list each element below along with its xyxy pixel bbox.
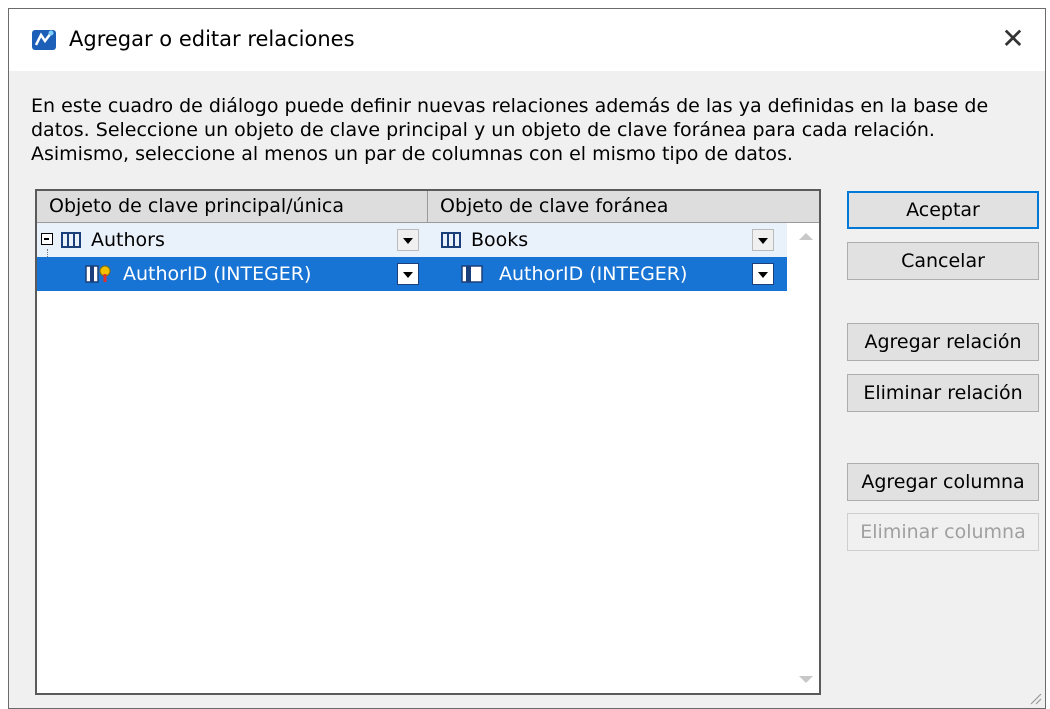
scroll-up-icon[interactable]	[799, 233, 813, 240]
table-row[interactable]: AuthorID (INTEGER) AuthorID (INTEGER)	[37, 257, 787, 291]
grid-header: Objeto de clave principal/única Objeto d…	[37, 191, 819, 223]
description-line: En este cuadro de diálogo puede definir …	[31, 95, 989, 117]
foreign-table-dropdown[interactable]	[752, 229, 774, 251]
table-icon	[441, 232, 461, 248]
vertical-scrollbar[interactable]	[791, 223, 819, 693]
table-icon	[61, 232, 81, 248]
resize-grip-icon[interactable]	[1028, 691, 1042, 705]
relations-dialog: Agregar o editar relaciones ✕ En este cu…	[8, 8, 1046, 709]
column-header-primary[interactable]: Objeto de clave principal/única	[37, 191, 428, 222]
collapse-icon[interactable]	[41, 233, 53, 245]
primary-table-dropdown[interactable]	[397, 229, 419, 251]
relations-grid[interactable]: Objeto de clave principal/única Objeto d…	[35, 189, 821, 695]
column-icon	[461, 265, 483, 283]
title-bar[interactable]: Agregar o editar relaciones ✕	[9, 9, 1045, 71]
app-relations-icon	[32, 30, 56, 50]
add-column-button[interactable]: Agregar columna	[847, 463, 1039, 501]
primary-column-dropdown[interactable]	[397, 263, 419, 285]
description-line: Asimismo, seleccione al menos un par de …	[31, 143, 793, 165]
foreign-table-name: Books	[471, 229, 529, 251]
dialog-description: En este cuadro de diálogo puede definir …	[31, 94, 1021, 166]
close-icon[interactable]: ✕	[995, 21, 1031, 57]
table-row[interactable]: Authors Books	[37, 223, 787, 257]
primary-column-name: AuthorID (INTEGER)	[123, 263, 312, 285]
delete-column-button: Eliminar columna	[847, 513, 1039, 551]
foreign-column-dropdown[interactable]	[752, 263, 774, 285]
add-relation-button[interactable]: Agregar relación	[847, 323, 1039, 361]
delete-relation-button[interactable]: Eliminar relación	[847, 374, 1039, 412]
window-title: Agregar o editar relaciones	[69, 27, 355, 51]
description-line: datos. Seleccione un objeto de clave pri…	[31, 119, 935, 141]
primary-key-column-icon	[85, 265, 111, 283]
primary-table-name: Authors	[91, 229, 165, 251]
ok-button[interactable]: Aceptar	[847, 191, 1039, 229]
scroll-down-icon[interactable]	[799, 676, 813, 683]
cancel-button[interactable]: Cancelar	[847, 242, 1039, 280]
column-header-foreign[interactable]: Objeto de clave foránea	[428, 191, 819, 222]
foreign-column-name: AuthorID (INTEGER)	[499, 263, 688, 285]
